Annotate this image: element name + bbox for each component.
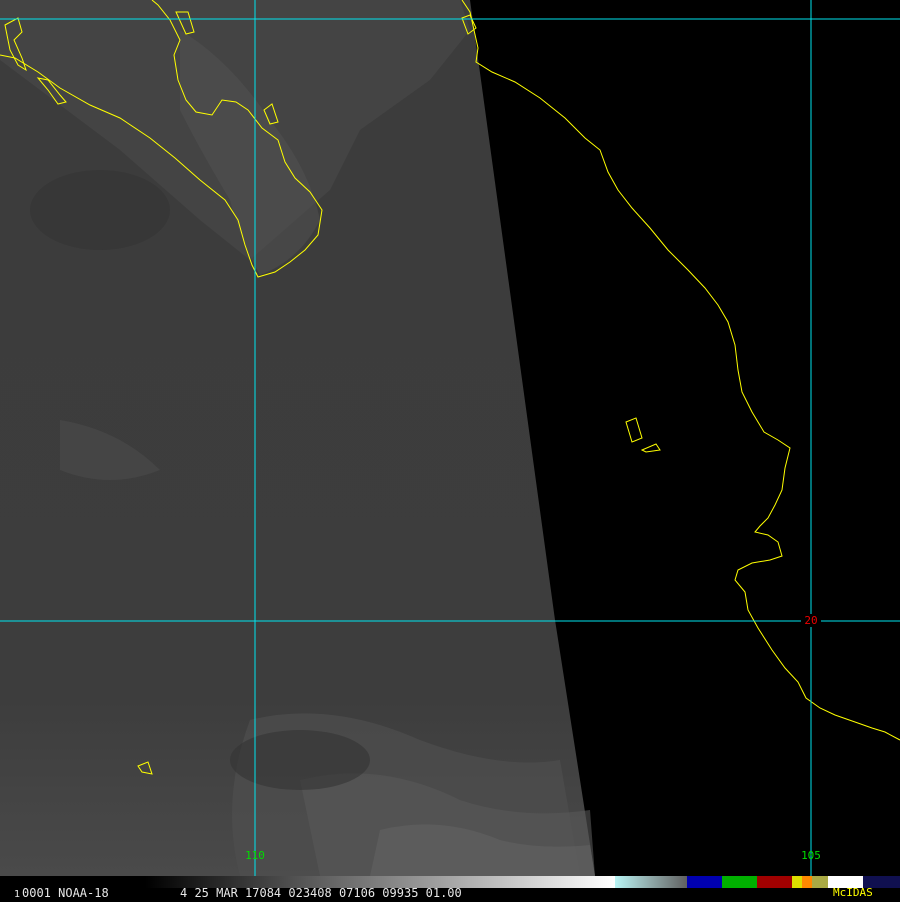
image-datetime: 4 25 MAR 17084 023408 07106 09935 01.00 bbox=[180, 886, 462, 900]
mcidas-brand: McIDAS bbox=[833, 886, 873, 899]
lon-label-110: 110 bbox=[245, 849, 265, 862]
satellite-map: 110 105 20 bbox=[0, 0, 900, 876]
lon-label-105: 105 bbox=[801, 849, 821, 862]
image-id: 0001 NOAA-18 bbox=[22, 886, 109, 900]
lat-label-20: 20 bbox=[804, 614, 817, 627]
status-bar: 1 0001 NOAA-18 4 25 MAR 17084 023408 071… bbox=[0, 876, 900, 900]
